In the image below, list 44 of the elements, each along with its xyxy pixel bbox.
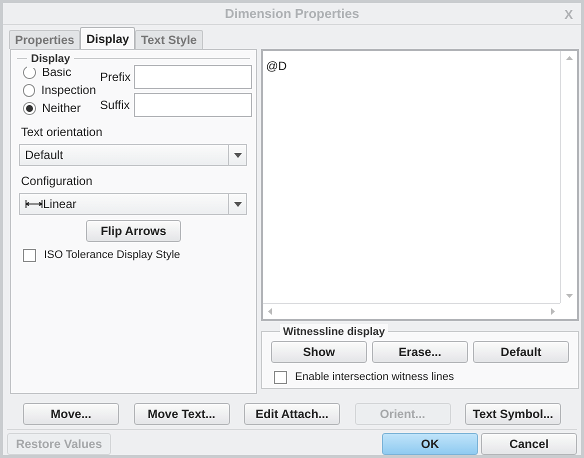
dropdown-arrow-icon <box>234 202 242 206</box>
dialog-button[interactable]: Cancel <box>481 433 577 455</box>
radio-label: Neither <box>42 100 81 117</box>
dialog-button[interactable]: Erase... <box>372 341 468 363</box>
dialog-button[interactable]: Default <box>473 341 569 363</box>
group-title: Witnessline display <box>280 324 388 340</box>
dropdown[interactable]: Default <box>19 144 247 166</box>
dropdown[interactable]: Linear <box>19 193 247 215</box>
dimension-arrow-icon <box>25 199 43 209</box>
dialog-button[interactable]: Edit Attach... <box>244 403 340 425</box>
dialog-button[interactable]: Text Symbol... <box>465 403 561 425</box>
tab[interactable]: Properties <box>9 30 80 49</box>
radio-button[interactable] <box>23 84 36 96</box>
field-label: Suffix <box>100 97 130 114</box>
radio-label: Inspection <box>41 82 96 99</box>
field-label: Prefix <box>100 69 130 86</box>
tab[interactable]: Display <box>80 27 136 49</box>
input-field[interactable] <box>134 65 252 89</box>
checkbox[interactable] <box>274 370 287 384</box>
checkbox-label: ISO Tolerance Display Style <box>44 248 180 263</box>
dropdown-arrow-icon <box>234 152 242 158</box>
dialog-button[interactable]: Flip Arrows <box>86 220 181 242</box>
checkbox-label: Enable intersection witness lines <box>295 370 454 385</box>
checkbox[interactable] <box>23 248 36 262</box>
scroll-up-icon <box>566 56 572 60</box>
dropdown-value: Linear <box>43 196 78 213</box>
ok-button[interactable]: OK <box>382 433 478 455</box>
dialog-button[interactable]: Move... <box>23 403 119 425</box>
field-label: Text orientation <box>21 124 104 141</box>
scroll-down-icon <box>566 294 572 298</box>
group-title: Display <box>27 51 74 68</box>
scroll-left-icon <box>268 308 272 315</box>
dialog-button[interactable]: Move Text... <box>134 403 230 425</box>
text-area[interactable]: @D <box>261 49 579 321</box>
dropdown-value: Default <box>24 147 64 164</box>
tab[interactable]: Text Style <box>135 30 203 49</box>
radio-label: Basic <box>42 64 72 81</box>
radio-button[interactable] <box>23 102 36 114</box>
window-title: Dimension Properties <box>224 4 360 23</box>
dialog-button[interactable]: Show <box>271 341 367 363</box>
text-value: @D <box>265 58 288 75</box>
field-label: Configuration <box>21 173 94 190</box>
input-field[interactable] <box>134 93 252 117</box>
scroll-right-icon <box>551 308 555 315</box>
